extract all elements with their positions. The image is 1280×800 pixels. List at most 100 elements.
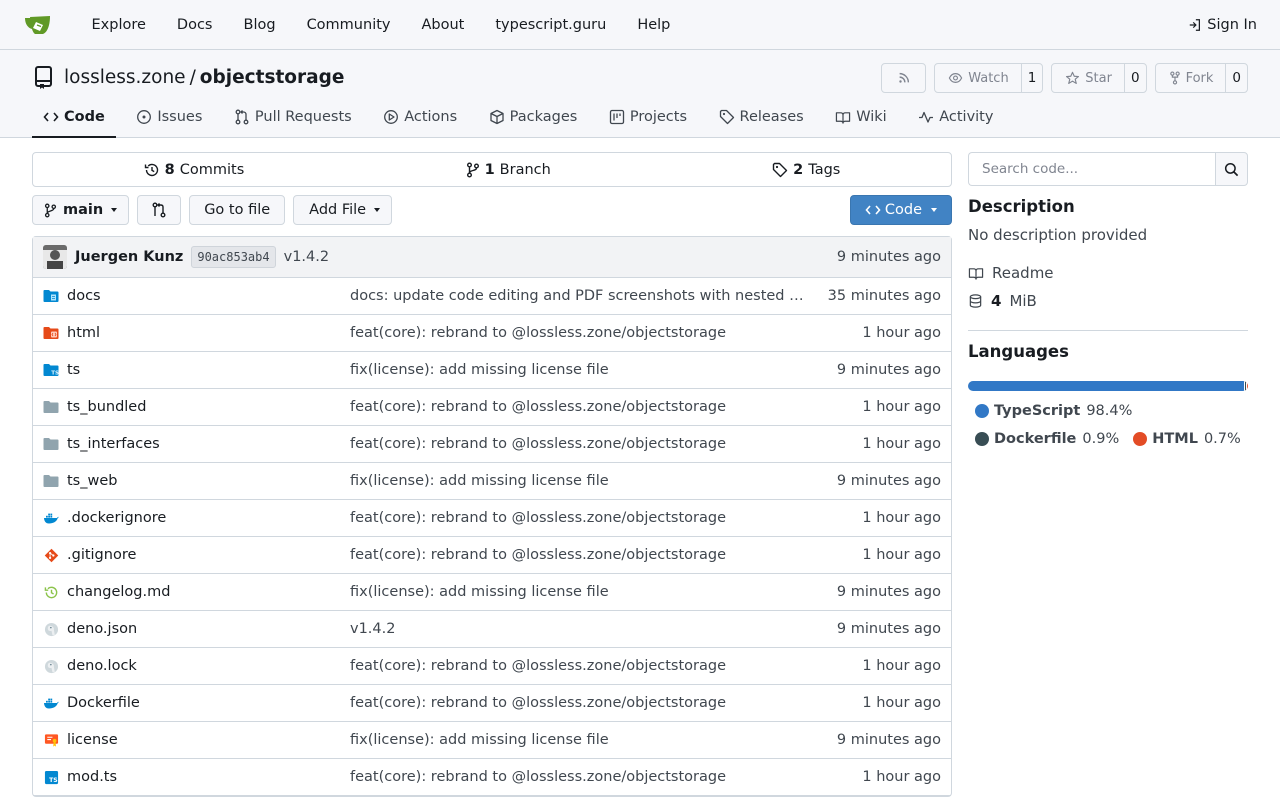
language-color-dot <box>1133 432 1148 446</box>
file-commit-message[interactable]: feat(core): rebrand to @lossless.zone/ob… <box>350 510 804 526</box>
table-row: license fix(license): add missing licens… <box>33 722 951 759</box>
file-name-link[interactable]: ts_bundled <box>67 399 350 415</box>
compare-button[interactable] <box>137 195 182 225</box>
watch-button[interactable]: Watch 1 <box>934 63 1044 93</box>
repo-header: lossless.zone / objectstorage Watch 1 St… <box>0 50 1280 138</box>
sign-in-link[interactable]: Sign In <box>1188 0 1257 50</box>
file-commit-message[interactable]: docs: update code editing and PDF screen… <box>350 288 804 304</box>
tab-issues[interactable]: Issues <box>125 98 213 138</box>
tab-pull-requests[interactable]: Pull Requests <box>223 98 363 138</box>
fork-label-wrap[interactable]: Fork <box>1156 64 1226 92</box>
nav-link-help[interactable]: Help <box>622 17 686 33</box>
tab-activity[interactable]: Activity <box>907 98 1004 138</box>
file-name-link[interactable]: .gitignore <box>67 547 350 563</box>
readme-link[interactable]: Readme <box>968 264 1248 282</box>
avatar[interactable] <box>43 245 67 269</box>
code-search <box>968 152 1248 186</box>
repo-name-link[interactable]: objectstorage <box>200 67 345 88</box>
star-label: Star <box>1085 70 1112 86</box>
file-name-link[interactable]: ts_web <box>67 473 350 489</box>
nav-link-explore[interactable]: Explore <box>76 17 161 33</box>
commits-count: 8 <box>164 161 175 178</box>
file-name-link[interactable]: mod.ts <box>67 769 350 785</box>
go-to-file-button[interactable]: Go to file <box>189 195 286 225</box>
git-icon <box>43 547 59 563</box>
language-percent: 0.9% <box>1082 431 1120 447</box>
commit-message[interactable]: v1.4.2 <box>284 249 329 265</box>
language-name: Dockerfile <box>994 431 1077 447</box>
changelog-icon <box>43 584 59 600</box>
file-name-link[interactable]: ts <box>67 362 350 378</box>
tab-releases[interactable]: Releases <box>708 98 815 138</box>
nav-link-blog[interactable]: Blog <box>228 17 291 33</box>
tab-packages[interactable]: Packages <box>478 98 589 138</box>
star-count[interactable]: 0 <box>1123 64 1146 92</box>
code-clone-button[interactable]: Code <box>849 195 952 225</box>
file-commit-message[interactable]: v1.4.2 <box>350 621 804 637</box>
file-name-link[interactable]: html <box>67 325 350 341</box>
star-label-wrap[interactable]: Star <box>1052 64 1124 92</box>
nav-links: Explore Docs Blog Community About typescript.… <box>76 17 686 33</box>
file-name-link[interactable]: deno.json <box>67 621 350 637</box>
language-percent: 0.7% <box>1203 431 1241 447</box>
file-commit-message[interactable]: fix(license): add missing license file <box>350 584 804 600</box>
tab-code[interactable]: Code <box>32 98 116 138</box>
main-content: 8 Commits 1 Branch 2 Tags main Go to fil… <box>32 152 952 797</box>
git-compare-icon <box>152 202 166 218</box>
repo-owner-link[interactable]: lossless.zone <box>64 67 186 88</box>
tab-label: Projects <box>629 109 688 125</box>
nav-link-community[interactable]: Community <box>291 17 406 33</box>
commits-stat[interactable]: 8 Commits <box>144 161 244 178</box>
tab-wiki[interactable]: Wiki <box>824 98 897 138</box>
branch-stat[interactable]: 1 Branch <box>466 162 551 178</box>
file-list: docs docs: update code editing and PDF s… <box>33 278 951 796</box>
file-commit-message[interactable]: feat(core): rebrand to @lossless.zone/ob… <box>350 658 804 674</box>
file-commit-message[interactable]: feat(core): rebrand to @lossless.zone/ob… <box>350 436 804 452</box>
language-color-dot <box>975 404 989 418</box>
tags-stat[interactable]: 2 Tags <box>772 162 840 178</box>
file-commit-time: 9 minutes ago <box>836 732 941 748</box>
file-name-link[interactable]: deno.lock <box>67 658 350 674</box>
branch-selector[interactable]: main <box>32 195 130 225</box>
watch-label-wrap[interactable]: Watch <box>935 64 1020 92</box>
file-name-link[interactable]: docs <box>67 288 350 304</box>
nav-link-about[interactable]: About <box>406 17 480 33</box>
nav-link-docs[interactable]: Docs <box>161 17 228 33</box>
tab-label: Pull Requests <box>254 109 352 125</box>
search-button[interactable] <box>1215 152 1248 186</box>
file-commit-message[interactable]: fix(license): add missing license file <box>350 362 804 378</box>
search-input[interactable] <box>968 152 1215 186</box>
file-name-link[interactable]: changelog.md <box>67 584 350 600</box>
size-value: 4 <box>991 292 1002 310</box>
fork-count[interactable]: 0 <box>1225 64 1247 92</box>
file-name-link[interactable]: Dockerfile <box>67 695 350 711</box>
tab-projects[interactable]: Projects <box>598 98 698 138</box>
nav-link-typescript-guru[interactable]: typescript.guru <box>480 17 622 33</box>
file-name-link[interactable]: .dockerignore <box>67 510 350 526</box>
tab-actions[interactable]: Actions <box>372 98 468 138</box>
commit-author[interactable]: Juergen Kunz <box>75 249 183 265</box>
issue-icon <box>136 109 152 125</box>
star-button[interactable]: Star 0 <box>1051 63 1147 93</box>
add-file-button[interactable]: Add File <box>293 195 393 225</box>
gitea-logo-icon[interactable] <box>22 9 54 41</box>
file-commit-message[interactable]: fix(license): add missing license file <box>350 732 804 748</box>
table-row: html feat(core): rebrand to @lossless.zo… <box>33 315 951 352</box>
file-commit-message[interactable]: feat(core): rebrand to @lossless.zone/ob… <box>350 769 804 785</box>
file-name-link[interactable]: license <box>67 732 350 748</box>
folder-html-icon <box>43 325 59 341</box>
languages-heading: Languages <box>968 342 1069 361</box>
file-commit-message[interactable]: feat(core): rebrand to @lossless.zone/ob… <box>350 547 804 563</box>
file-commit-message[interactable]: fix(license): add missing license file <box>350 473 804 489</box>
file-name-link[interactable]: ts_interfaces <box>67 436 350 452</box>
rss-feed-button[interactable] <box>881 63 927 93</box>
language-color-dot <box>975 432 989 446</box>
commit-sha[interactable]: 90ac853ab4 <box>191 246 276 268</box>
fork-button[interactable]: Fork 0 <box>1154 63 1248 93</box>
file-commit-message[interactable]: feat(core): rebrand to @lossless.zone/ob… <box>350 399 804 415</box>
language-bar-segment <box>1246 381 1248 391</box>
file-commit-message[interactable]: feat(core): rebrand to @lossless.zone/ob… <box>350 325 804 341</box>
watch-count[interactable]: 1 <box>1020 64 1043 92</box>
repo-actions: Watch 1 Star 0 Fork 0 <box>881 63 1248 93</box>
file-commit-message[interactable]: feat(core): rebrand to @lossless.zone/ob… <box>350 695 804 711</box>
